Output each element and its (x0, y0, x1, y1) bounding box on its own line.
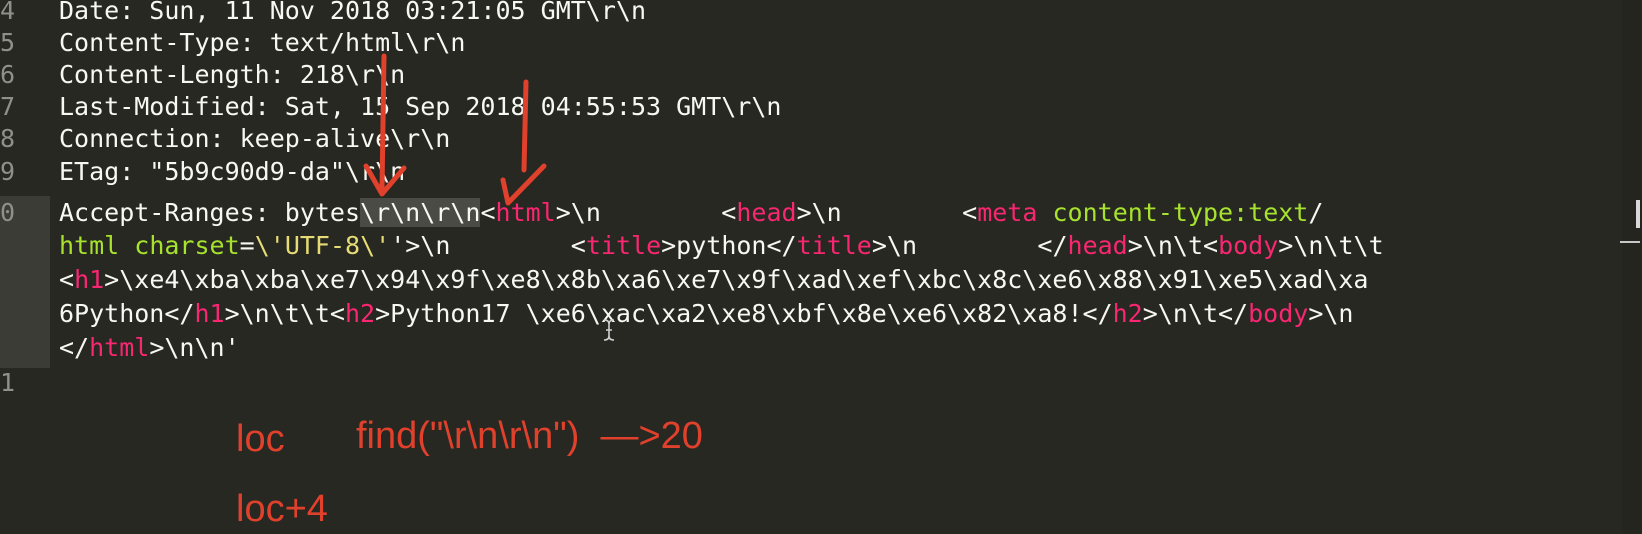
code-text: = (239, 231, 255, 260)
code-text: >\n < (555, 198, 737, 227)
text-cursor-icon (603, 319, 615, 341)
line-number: 0 (0, 198, 16, 227)
tag-h2: h2 (345, 299, 376, 328)
code-text: >\n\n' (149, 333, 240, 362)
tag-head: head (1067, 231, 1128, 260)
line-number: 5 (0, 28, 16, 57)
code-line-5[interactable]: Content-Type: text/html\r\n (59, 26, 465, 60)
line-number: 1 (0, 368, 16, 397)
selected-crlf-text: \r\n\r\n (360, 198, 481, 227)
code-text: >\n\t\t (1278, 231, 1384, 260)
string-quote: \' (254, 231, 285, 260)
code-line-9[interactable]: ETag: "5b9c90d9-da"\r\n (59, 155, 405, 189)
tag-body: body (1248, 299, 1309, 328)
string-value: UTF-8 (284, 231, 361, 260)
code-text: >\n\t\t< (224, 299, 345, 328)
line-number: 6 (0, 60, 16, 89)
attribute-html: html (59, 231, 120, 260)
code-line-10-row-2[interactable]: html charset=\'UTF-8\''>\n <title>python… (59, 229, 1384, 263)
code-line-7[interactable]: Last-Modified: Sat, 15 Sep 2018 04:55:53… (59, 90, 781, 124)
attribute-charset: charset (134, 231, 240, 260)
code-text: < (480, 198, 496, 227)
code-text: >Python17 \xe6\xac\xa2\xe8\xbf\x8e\xe6\x… (375, 299, 1113, 328)
code-text: </ (59, 333, 90, 362)
tag-html: html (495, 198, 556, 227)
code-line-10-row-4[interactable]: 6Python</h1>\n\t\t<h2>Python17 \xe6\xac\… (59, 297, 1353, 331)
scroll-marker (1636, 200, 1640, 228)
code-text: >\n\t< (1127, 231, 1219, 260)
tag-meta: meta (977, 198, 1038, 227)
tag-h2: h2 (1112, 299, 1143, 328)
code-text: Accept-Ranges: bytes (59, 198, 361, 227)
tag-title: title (585, 231, 662, 260)
code-text: >\xe4\xba\xba\xe7\x94\x9f\xe8\x8b\xa6\xe… (104, 265, 1369, 294)
code-line-8[interactable]: Connection: keep-alive\r\n (59, 122, 450, 156)
code-line-10-row-1[interactable]: Accept-Ranges: bytes\r\n\r\n<html>\n <he… (59, 196, 1323, 230)
annotation-find: find("\r\n\r\n") —>20 (356, 415, 703, 457)
attribute-content-type: content-type:text (1052, 198, 1309, 227)
line-number: 7 (0, 92, 16, 121)
line-number: 4 (0, 0, 16, 25)
code-text: >\n\t</ (1142, 299, 1249, 328)
tag-title: title (796, 231, 872, 260)
code-text: < (59, 265, 75, 294)
annotation-loc: loc (236, 418, 285, 460)
line-number: 8 (0, 124, 16, 153)
code-text: >\n < (796, 198, 978, 227)
line-number: 9 (0, 157, 16, 186)
code-text: / (1308, 198, 1324, 227)
string-quote: \' (360, 231, 391, 260)
tag-h1: h1 (194, 299, 225, 328)
code-line-6[interactable]: Content-Length: 218\r\n (59, 58, 405, 92)
tag-head: head (736, 198, 797, 227)
tag-body: body (1218, 231, 1279, 260)
code-text: >\n </ (871, 231, 1068, 260)
code-line-4[interactable]: Date: Sun, 11 Nov 2018 03:21:05 GMT\r\n (59, 0, 646, 28)
code-text: 6Python</ (59, 299, 195, 328)
code-line-10-row-3[interactable]: <h1>\xe4\xba\xba\xe7\x94\x9f\xe8\x8b\xa6… (59, 263, 1368, 297)
tag-h1: h1 (74, 265, 105, 294)
annotation-loc-plus-4: loc+4 (236, 488, 328, 530)
code-line-10-row-5[interactable]: </html>\n\n' (59, 331, 240, 365)
tag-html: html (89, 333, 150, 362)
code-text: >python</ (661, 231, 797, 260)
editor-right-edge (1622, 0, 1642, 534)
code-text: >\n (1308, 299, 1354, 328)
minimap-marker (1620, 241, 1640, 243)
code-text: '>\n < (390, 231, 586, 260)
